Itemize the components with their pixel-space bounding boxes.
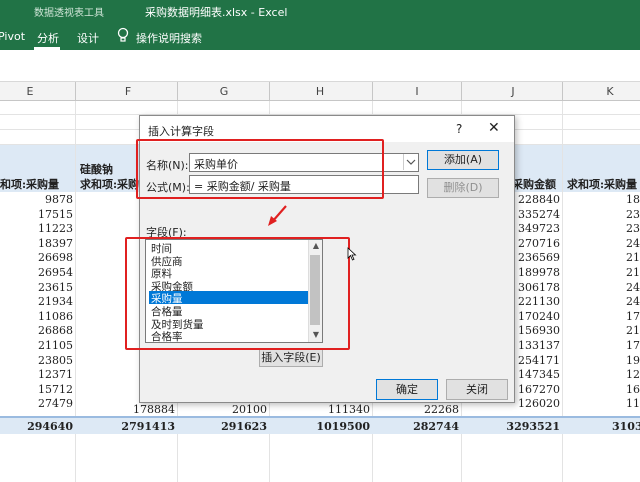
cell-f-last[interactable]: 178884 [133,403,175,416]
dialog-title: 插入计算字段 [148,125,214,138]
tell-me-search[interactable]: 操作说明搜索 [136,30,202,46]
column-header-f[interactable]: F [118,85,138,98]
total-j[interactable]: 3293521 [506,420,560,433]
highlight-box-fields [125,237,350,350]
table-cell-j[interactable]: 156930 [518,324,560,337]
pivot-value-header-k: 求和项:采购量 [567,178,638,191]
table-cell-e[interactable]: 23805 [38,354,73,367]
column-separator [562,82,563,101]
table-cell-e[interactable]: 26954 [38,266,73,279]
total-h[interactable]: 1019500 [316,420,370,433]
pivot-value-header-e: 和项:采购量 [0,178,60,191]
table-cell-k[interactable]: 238 [626,222,640,235]
cell-g-last[interactable]: 20100 [232,403,267,416]
table-cell-j[interactable]: 254171 [518,354,560,367]
column-header-i[interactable]: I [407,85,427,98]
table-cell-j[interactable]: 221130 [518,295,560,308]
table-cell-e[interactable]: 23615 [38,281,73,294]
table-cell-e[interactable]: 18397 [38,237,73,250]
help-icon[interactable]: ? [456,122,462,136]
column-headers: E F G H I J K [0,82,640,101]
ribbon-body [0,50,640,82]
close-button[interactable]: 关闭 [446,379,508,400]
cell-h-last[interactable]: 111340 [328,403,370,416]
column-separator [372,82,373,101]
tab-analyze[interactable]: 分析 [37,30,59,46]
chevron-down-icon[interactable] [403,154,417,170]
table-cell-e[interactable]: 26868 [38,324,73,337]
column-header-h[interactable]: H [310,85,330,98]
table-cell-k[interactable]: 126 [626,368,640,381]
table-cell-k[interactable]: 217 [626,324,640,337]
table-cell-j[interactable]: 133137 [518,339,560,352]
table-cell-j[interactable]: 126020 [518,397,560,410]
column-header-k[interactable]: K [600,85,620,98]
table-cell-e[interactable]: 26698 [38,251,73,264]
table-cell-k[interactable]: 170 [626,310,640,323]
table-cell-j[interactable]: 167270 [518,383,560,396]
table-cell-k[interactable]: 247 [626,295,640,308]
tab-design[interactable]: 设计 [77,30,99,46]
table-cell-e[interactable]: 9878 [45,193,73,206]
table-cell-j[interactable]: 147345 [518,368,560,381]
close-icon[interactable]: ✕ [488,120,500,136]
table-cell-e[interactable]: 15712 [38,383,73,396]
column-header-e[interactable]: E [20,85,40,98]
total-g[interactable]: 291623 [221,420,267,433]
table-cell-e[interactable]: 17515 [38,208,73,221]
context-tools-label: 数据透视表工具 [34,8,104,19]
table-cell-j[interactable]: 306178 [518,281,560,294]
ok-button[interactable]: 确定 [376,379,438,400]
column-header-j[interactable]: J [503,85,523,98]
table-cell-j[interactable]: 236569 [518,251,560,264]
table-cell-k[interactable]: 170 [626,339,640,352]
table-cell-k[interactable]: 160 [626,383,640,396]
column-separator [461,82,462,101]
table-cell-k[interactable]: 241 [626,237,640,250]
table-cell-j[interactable]: 270716 [518,237,560,250]
total-k[interactable]: 3103 [612,420,640,433]
table-cell-k[interactable]: 219 [626,266,640,279]
total-e[interactable]: 294640 [27,420,73,433]
table-cell-e[interactable]: 12371 [38,368,73,381]
table-cell-k[interactable]: 233 [626,208,640,221]
delete-button[interactable]: 删除(D) [427,178,499,198]
table-cell-j[interactable]: 349723 [518,222,560,235]
ribbon: 数据透视表工具 采购数据明细表.xlsx - Excel Pivot 分析 设计… [0,0,640,50]
table-cell-e[interactable]: 21934 [38,295,73,308]
table-cell-e[interactable]: 21105 [38,339,73,352]
column-separator [75,82,76,101]
mouse-cursor-icon [347,247,357,261]
pivot-value-header-j: 采购金额 [512,178,556,191]
table-cell-e[interactable]: 27479 [38,397,73,410]
pivot-group-header: 硅酸钠 [80,163,113,176]
table-cell-k[interactable]: 180 [626,193,640,206]
table-cell-k[interactable]: 191 [626,354,640,367]
table-cell-k[interactable]: 249 [626,281,640,294]
total-i[interactable]: 282744 [413,420,459,433]
cell-i-last[interactable]: 22268 [424,403,459,416]
column-separator [177,82,178,101]
highlight-box-name-formula [136,139,384,199]
table-cell-e[interactable]: 11223 [38,222,73,235]
total-f[interactable]: 2791413 [121,420,175,433]
table-cell-j[interactable]: 170240 [518,310,560,323]
insert-field-button[interactable]: 插入字段(E) [259,348,323,367]
table-cell-j[interactable]: 189978 [518,266,560,279]
table-cell-k[interactable]: 112 [626,397,640,410]
column-separator [269,82,270,101]
table-cell-e[interactable]: 11086 [38,310,73,323]
add-button[interactable]: 添加(A) [427,150,499,170]
table-cell-k[interactable]: 210 [626,251,640,264]
arrow-icon [268,205,287,226]
lightbulb-icon[interactable] [116,27,130,43]
tab-pivot[interactable]: Pivot [0,30,25,43]
column-header-g[interactable]: G [214,85,234,98]
table-cell-j[interactable]: 228840 [518,193,560,206]
window-title: 采购数据明细表.xlsx - Excel [145,6,288,19]
table-cell-j[interactable]: 335274 [518,208,560,221]
